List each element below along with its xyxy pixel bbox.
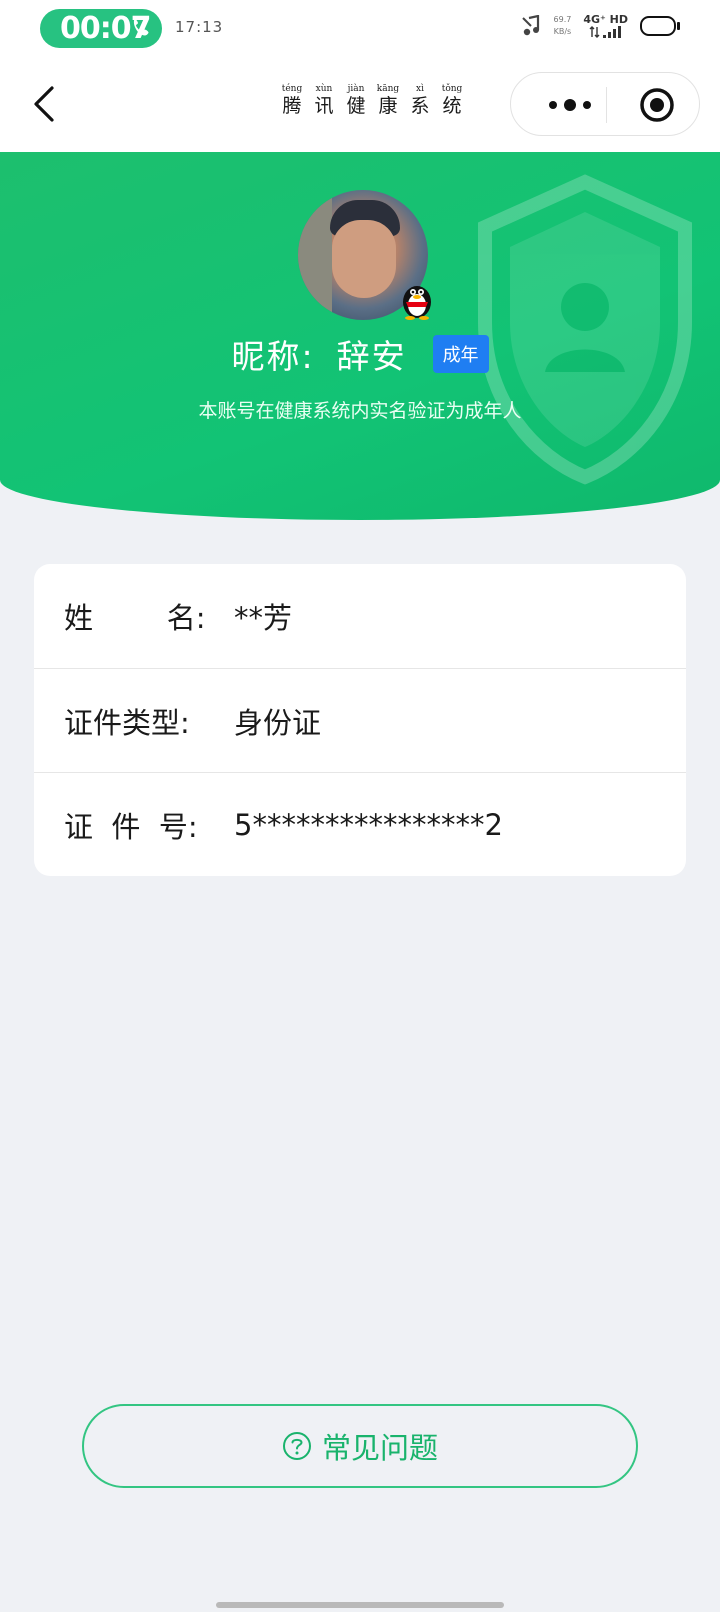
title-char: téng 腾: [278, 84, 306, 118]
name-value: **芳: [234, 601, 293, 635]
more-icon[interactable]: [539, 95, 609, 115]
question-icon: [282, 1432, 311, 1460]
page-title: téng 腾 xùn 讯 jiàn 健 kāng 康 xì 系 tǒng 统: [278, 84, 466, 118]
faq-label: 常见问题: [321, 1431, 438, 1465]
title-pinyin: jiàn: [347, 84, 365, 94]
identity-card: 姓 名: **芳 证件类型: 身份证 证 件 号: 5*************…: [34, 564, 686, 876]
miniprogram-capsule: [510, 72, 700, 136]
faq-button[interactable]: 常见问题: [82, 1404, 638, 1488]
verification-text: 本账号在健康系统内实名验证为成年人: [198, 400, 522, 422]
title-char: jiàn 健: [342, 84, 370, 118]
call-timer-pill[interactable]: 00:07: [40, 9, 162, 48]
id-type-value: 身份证: [234, 706, 322, 740]
title-char: tǒng 统: [438, 84, 466, 118]
qq-penguin-icon: [403, 286, 431, 320]
title-hanzi: 康: [378, 95, 398, 117]
nickname-row: 昵称: 辞安 成年: [0, 330, 720, 378]
back-icon[interactable]: [30, 84, 60, 124]
name-row: 姓 名: **芳: [34, 564, 686, 668]
id-type-label: 证件类型:: [64, 706, 190, 740]
home-indicator[interactable]: [216, 1602, 504, 1608]
id-number-value: 5****************2: [234, 808, 503, 842]
status-bar: 00:07 17:13 69.7 KB/s 4G⁺ HD: [0, 0, 720, 58]
network-type: 4G⁺ HD: [583, 13, 628, 26]
id-number-label: 证 件 号:: [64, 810, 198, 844]
title-pinyin: téng: [281, 84, 303, 94]
capsule-divider: [606, 87, 607, 123]
nickname-label: 昵称:: [231, 337, 315, 376]
title-char: kāng 康: [374, 84, 402, 118]
id-number-row: 证 件 号: 5****************2: [34, 772, 686, 876]
title-pinyin: tǒng: [441, 84, 463, 94]
title-char: xì 系: [406, 84, 434, 118]
target-icon[interactable]: [639, 87, 675, 123]
net-speed: 69.7 KB/s: [554, 14, 572, 38]
net-speed-unit: KB/s: [553, 27, 572, 36]
title-hanzi: 统: [442, 95, 462, 117]
title-hanzi: 腾: [282, 95, 302, 117]
id-type-row: 证件类型: 身份证: [34, 668, 686, 773]
profile-header: 昵称: 辞安 成年 本账号在健康系统内实名验证为成年人: [0, 152, 720, 520]
title-hanzi: 系: [410, 95, 430, 117]
title-pinyin: xì: [416, 84, 424, 94]
status-icons: 69.7 KB/s 4G⁺ HD: [521, 14, 680, 38]
battery-icon: [640, 16, 680, 36]
signal-icon: [589, 26, 621, 38]
nav-bar: téng 腾 xùn 讯 jiàn 健 kāng 康 xì 系 tǒng 统: [0, 58, 720, 152]
name-label: 姓 名:: [64, 601, 206, 635]
adult-badge: 成年: [432, 335, 489, 373]
title-hanzi: 健: [346, 95, 366, 117]
music-icon: [521, 15, 539, 36]
phone-icon: [133, 19, 149, 36]
title-char: xùn 讯: [310, 84, 338, 118]
net-speed-value: 69.7: [553, 15, 572, 24]
title-hanzi: 讯: [314, 95, 334, 117]
nickname: 辞安: [336, 337, 407, 376]
network-block: 4G⁺ HD: [583, 14, 628, 38]
clock: 17:13: [175, 18, 224, 36]
title-pinyin: xùn: [315, 84, 333, 94]
title-pinyin: kāng: [376, 84, 400, 94]
